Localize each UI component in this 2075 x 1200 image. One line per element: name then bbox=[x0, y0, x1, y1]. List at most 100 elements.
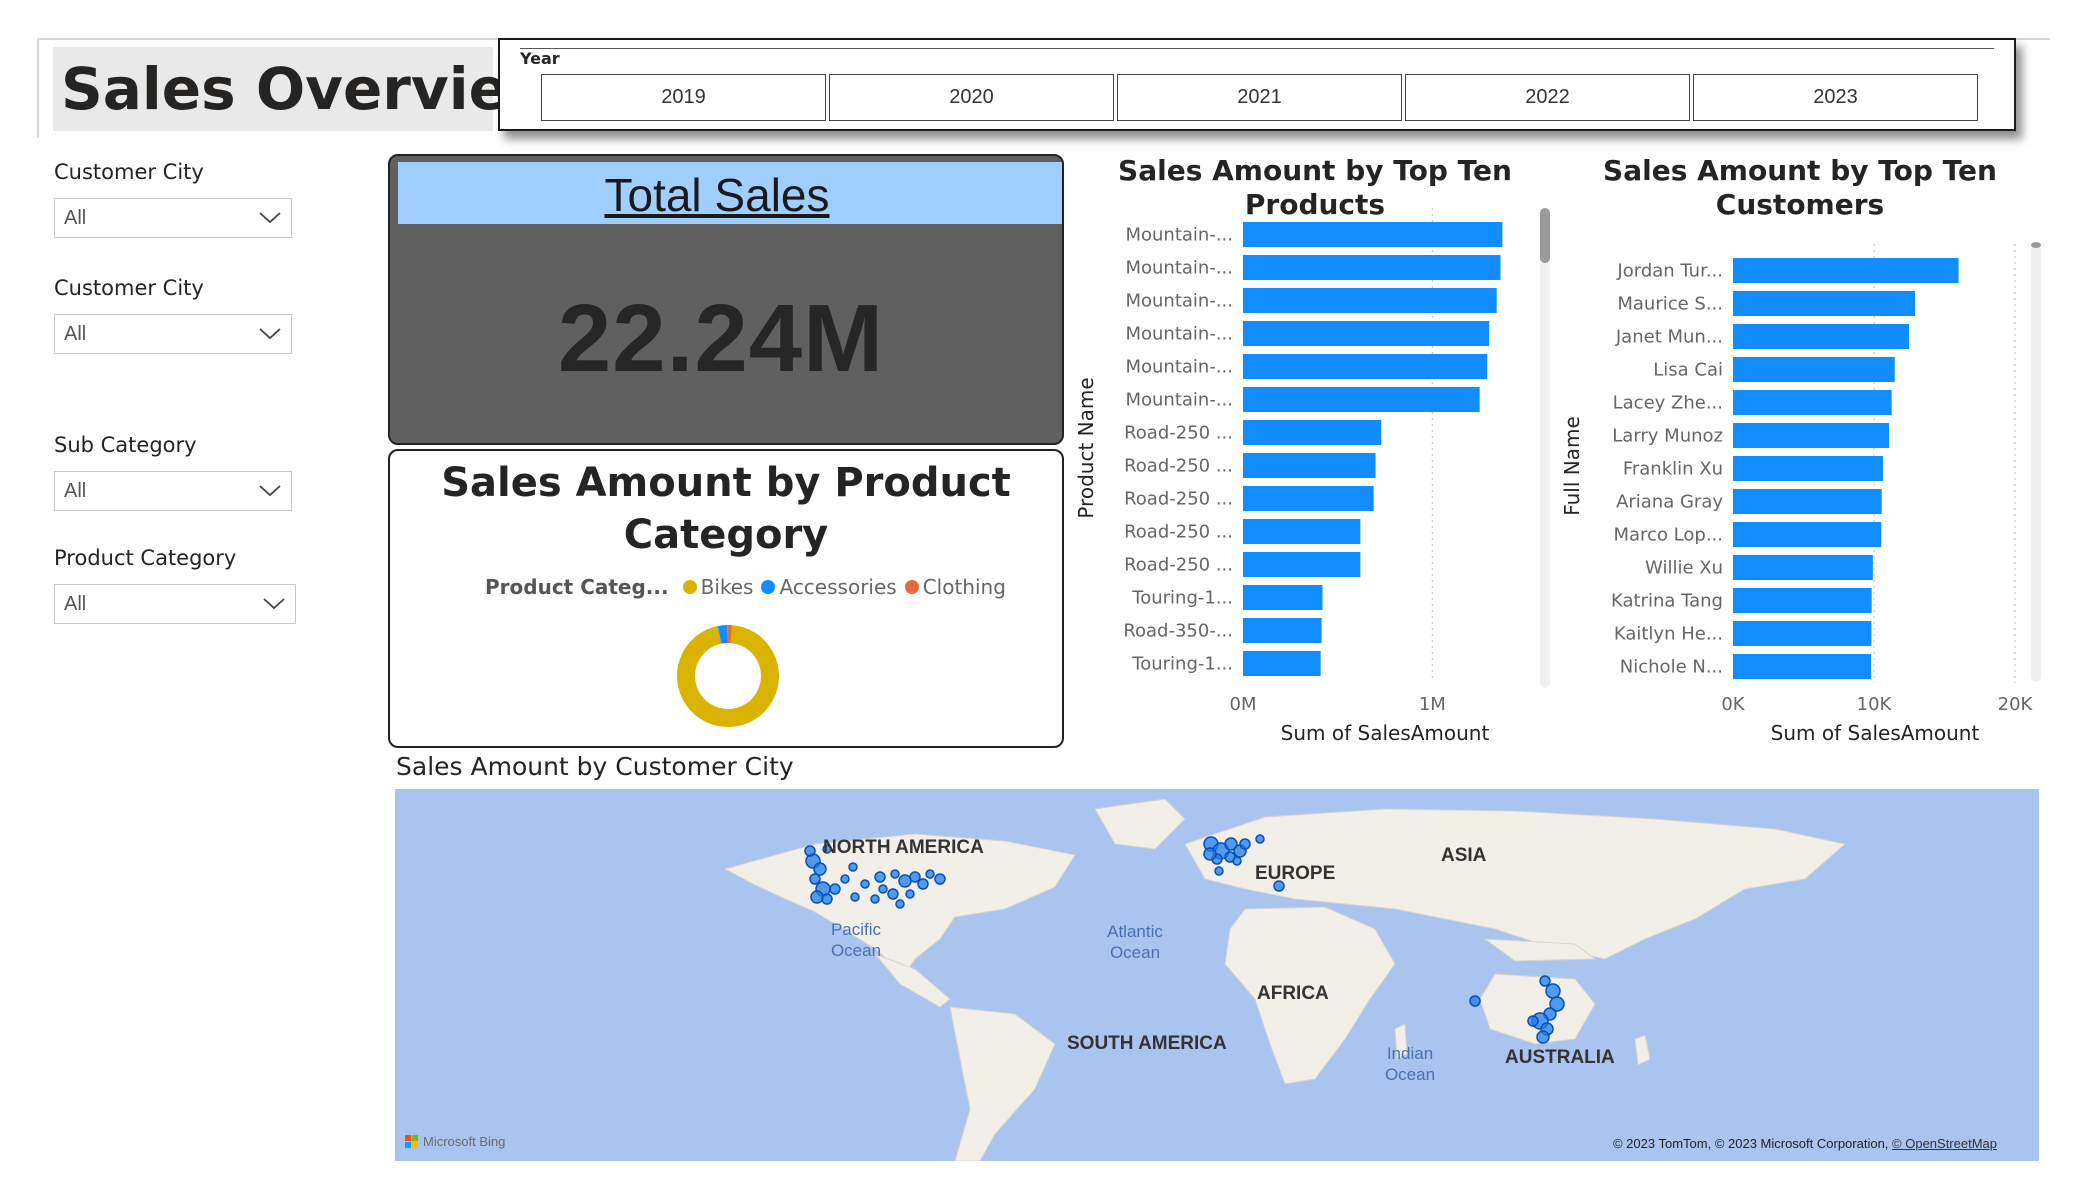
legend-label: Bikes bbox=[700, 575, 754, 599]
bar[interactable] bbox=[1733, 324, 1910, 349]
y-tick-label: Katrina Tang bbox=[1611, 591, 1723, 612]
donut-slice-accessories[interactable] bbox=[717, 625, 728, 644]
chevron-down-icon bbox=[259, 212, 281, 224]
bar[interactable] bbox=[1733, 258, 1959, 283]
city-marker bbox=[917, 878, 929, 890]
sub-category-dropdown[interactable]: All bbox=[54, 471, 292, 511]
continent-label: AFRICA bbox=[1257, 983, 1329, 1004]
legend-item-accessories[interactable]: Accessories bbox=[761, 575, 897, 599]
legend-item-bikes[interactable]: Bikes bbox=[682, 575, 754, 599]
ocean-label: Pacific Ocean bbox=[830, 920, 882, 960]
bing-label: Microsoft Bing bbox=[423, 1134, 506, 1149]
bar[interactable] bbox=[1733, 489, 1882, 514]
bar[interactable] bbox=[1733, 291, 1916, 316]
openstreetmap-link[interactable]: © OpenStreetMap bbox=[1892, 1136, 1997, 1151]
bar[interactable] bbox=[1243, 255, 1501, 280]
y-axis-title: Product Name bbox=[1074, 377, 1098, 518]
legend-item-clothing[interactable]: Clothing bbox=[904, 575, 1006, 599]
city-marker bbox=[934, 873, 946, 885]
city-marker bbox=[1539, 975, 1551, 987]
y-tick-label: Mountain-... bbox=[1125, 390, 1233, 411]
city-marker bbox=[1255, 834, 1265, 844]
microsoft-logo-icon bbox=[405, 1134, 418, 1148]
bar[interactable] bbox=[1243, 453, 1376, 478]
year-button-2020[interactable]: 2020 bbox=[829, 74, 1114, 121]
year-button-2021[interactable]: 2021 bbox=[1117, 74, 1402, 121]
bar[interactable] bbox=[1243, 519, 1361, 544]
y-tick-label: Lisa Cai bbox=[1653, 360, 1723, 381]
bar[interactable] bbox=[1243, 387, 1480, 412]
y-tick-label: Road-250 ... bbox=[1124, 522, 1233, 543]
bar[interactable] bbox=[1733, 423, 1890, 448]
x-tick-label: 0K bbox=[1721, 694, 1745, 715]
dropdown-value: All bbox=[64, 480, 87, 502]
new-zealand-land bbox=[1634, 1034, 1651, 1066]
legend-dot bbox=[682, 580, 697, 594]
bar[interactable] bbox=[1243, 420, 1382, 445]
legend-label: Clothing bbox=[922, 575, 1006, 599]
south-america-land bbox=[949, 1006, 1056, 1161]
year-button-2019[interactable]: 2019 bbox=[541, 74, 826, 121]
bar[interactable] bbox=[1733, 390, 1892, 415]
bar[interactable] bbox=[1243, 222, 1503, 247]
customer-city-map[interactable]: NORTH AMERICA EUROPE ASIA AFRICA SOUTH A… bbox=[395, 789, 2039, 1161]
map-title: Sales Amount by Customer City bbox=[396, 752, 794, 781]
bar[interactable] bbox=[1243, 354, 1488, 379]
y-axis-title: Full Name bbox=[1560, 416, 1584, 516]
donut-slice-bikes[interactable] bbox=[677, 625, 779, 727]
legend-title: Product Categ... bbox=[485, 575, 669, 599]
bar[interactable] bbox=[1243, 288, 1497, 313]
city-marker bbox=[1239, 838, 1251, 850]
ocean-label: Atlantic Ocean bbox=[1107, 922, 1163, 962]
product-category-slicer: Product Category All bbox=[54, 546, 296, 624]
city-marker bbox=[810, 890, 824, 904]
product-category-donut[interactable] bbox=[673, 621, 783, 731]
legend-dot bbox=[761, 580, 776, 594]
attribution-text: © 2023 TomTom, © 2023 Microsoft Corporat… bbox=[1612, 1136, 1893, 1151]
city-marker bbox=[1527, 1015, 1539, 1027]
bar[interactable] bbox=[1733, 555, 1873, 580]
x-tick-label: 1M bbox=[1419, 694, 1446, 715]
chevron-down-icon bbox=[263, 598, 285, 610]
city-marker bbox=[898, 874, 912, 888]
continent-label: SOUTH AMERICA bbox=[1067, 1033, 1227, 1054]
customer-city-dropdown[interactable]: All bbox=[54, 198, 292, 238]
product-category-dropdown[interactable]: All bbox=[54, 584, 296, 624]
slicer-label: Customer City bbox=[54, 160, 204, 184]
continent-label: NORTH AMERICA bbox=[823, 837, 984, 858]
report-frame-left bbox=[37, 38, 39, 138]
city-marker bbox=[1545, 983, 1561, 999]
y-tick-label: Janet Mun... bbox=[1615, 327, 1723, 348]
slicer-label: Sub Category bbox=[54, 433, 197, 457]
x-tick-label: 0M bbox=[1230, 694, 1257, 715]
bar[interactable] bbox=[1243, 585, 1323, 610]
bar[interactable] bbox=[1243, 618, 1322, 643]
bar[interactable] bbox=[1243, 651, 1321, 676]
continent-label: AUSTRALIA bbox=[1505, 1047, 1615, 1068]
y-tick-label: Marco Lop... bbox=[1613, 525, 1723, 546]
customer-city-dropdown-2[interactable]: All bbox=[54, 314, 292, 354]
product-category-card: Sales Amount by Product Category Product … bbox=[388, 449, 1064, 748]
bar[interactable] bbox=[1243, 321, 1490, 346]
year-button-2022[interactable]: 2022 bbox=[1405, 74, 1690, 121]
x-axis-title: Sum of SalesAmount bbox=[1281, 721, 1490, 745]
bar[interactable] bbox=[1733, 522, 1882, 547]
bar[interactable] bbox=[1243, 552, 1361, 577]
bar[interactable] bbox=[1243, 486, 1374, 511]
bar[interactable] bbox=[1733, 654, 1872, 679]
bar[interactable] bbox=[1733, 456, 1883, 481]
bar[interactable] bbox=[1733, 621, 1872, 646]
dropdown-value: All bbox=[64, 323, 87, 345]
y-tick-label: Nichole N... bbox=[1620, 657, 1723, 678]
total-sales-card: Total Sales 22.24M bbox=[388, 154, 1064, 445]
top-customers-chart: 0K 10K 20K Jordan Tur... Maurice S... Janet M… bbox=[1560, 242, 2041, 745]
scrollbar-track[interactable] bbox=[2031, 242, 2041, 682]
bar[interactable] bbox=[1733, 357, 1895, 382]
bar[interactable] bbox=[1733, 588, 1872, 613]
year-button-2023[interactable]: 2023 bbox=[1693, 74, 1978, 121]
scrollbar-thumb[interactable] bbox=[2031, 242, 2041, 248]
year-slicer: Year 2019 2020 2021 2022 2023 bbox=[498, 38, 2016, 131]
y-tick-label: Franklin Xu bbox=[1623, 459, 1723, 480]
y-tick-label: Ariana Gray bbox=[1616, 492, 1723, 513]
year-slicer-label: Year bbox=[520, 49, 560, 68]
